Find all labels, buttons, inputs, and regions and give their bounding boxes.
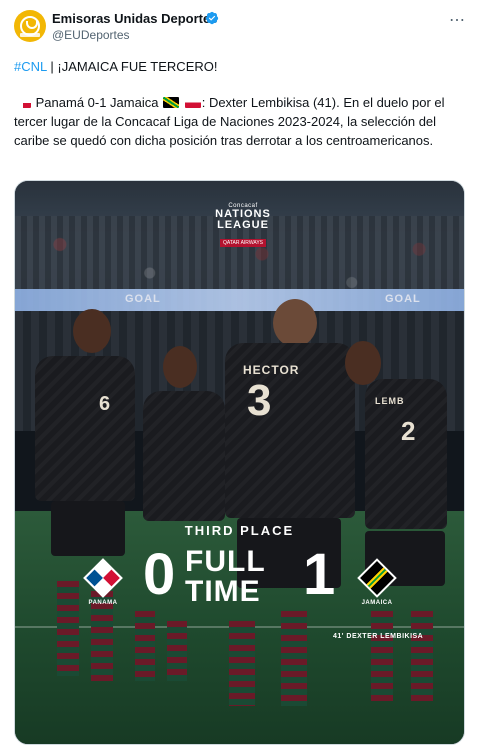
home-team: PANAMA <box>73 558 133 606</box>
panama-flag-icon <box>15 97 31 108</box>
full-time-line2: TIME <box>185 575 261 608</box>
away-team-label: JAMAICA <box>361 600 393 606</box>
away-team: JAMAICA <box>347 558 407 606</box>
panama-flag-icon-2 <box>184 97 201 108</box>
away-score: 1 <box>303 542 336 607</box>
goal-scorer: 41' DEXTER LEMBIKISA <box>333 633 424 640</box>
tweet-media-image[interactable]: GOAL GOAL Concacaf NATIONS LEAGUE QATAR … <box>14 180 465 745</box>
more-options-icon[interactable]: ⋯ <box>449 10 466 30</box>
jersey-number-center: 3 <box>247 376 272 425</box>
logo-sponsor-tag: QATAR AIRWAYS <box>219 239 266 247</box>
full-time-label: FULL TIME <box>185 547 300 607</box>
nations-league-logo: Concacaf NATIONS LEAGUE QATAR AIRWAYS <box>203 203 283 247</box>
board-text-right: GOAL <box>385 293 421 305</box>
author-name[interactable]: Emisoras Unidas Deportes <box>52 11 217 26</box>
home-score: 0 <box>143 542 176 607</box>
headline-text: | ¡JAMAICA FUE TERCERO! <box>46 59 218 74</box>
jersey-name-center: HECTOR <box>243 363 300 377</box>
author-avatar[interactable] <box>14 10 46 42</box>
jersey-name-right: LEMB <box>375 396 405 406</box>
body-score: Panamá 0-1 Jamaica <box>35 95 159 110</box>
panama-flag-icon-media <box>83 558 123 598</box>
verified-badge-icon <box>205 11 219 25</box>
home-team-label: PANAMA <box>88 600 118 606</box>
stage-label: THIRD PLACE <box>184 523 295 538</box>
jamaica-flag-icon-media <box>357 558 397 598</box>
jamaica-flag-icon <box>163 97 180 108</box>
jersey-number-left: 6 <box>99 393 111 415</box>
jersey-number-right: 2 <box>401 416 416 446</box>
tweet-headline: #CNL | ¡JAMAICA FUE TERCERO! <box>14 58 217 76</box>
tweet-body: Panamá 0-1 Jamaica : Dexter Lembikisa (4… <box>14 93 474 150</box>
led-board: GOAL GOAL <box>15 289 464 311</box>
hashtag-link[interactable]: #CNL <box>14 59 47 74</box>
avatar-tag <box>20 33 40 37</box>
author-handle[interactable]: @EUDeportes <box>52 28 130 42</box>
full-time-line1: FULL <box>185 545 266 578</box>
board-text-left: GOAL <box>125 293 161 305</box>
logo-line2: LEAGUE <box>217 219 269 231</box>
tweet: Emisoras Unidas Deportes @EUDeportes ⋯ #… <box>0 0 484 755</box>
